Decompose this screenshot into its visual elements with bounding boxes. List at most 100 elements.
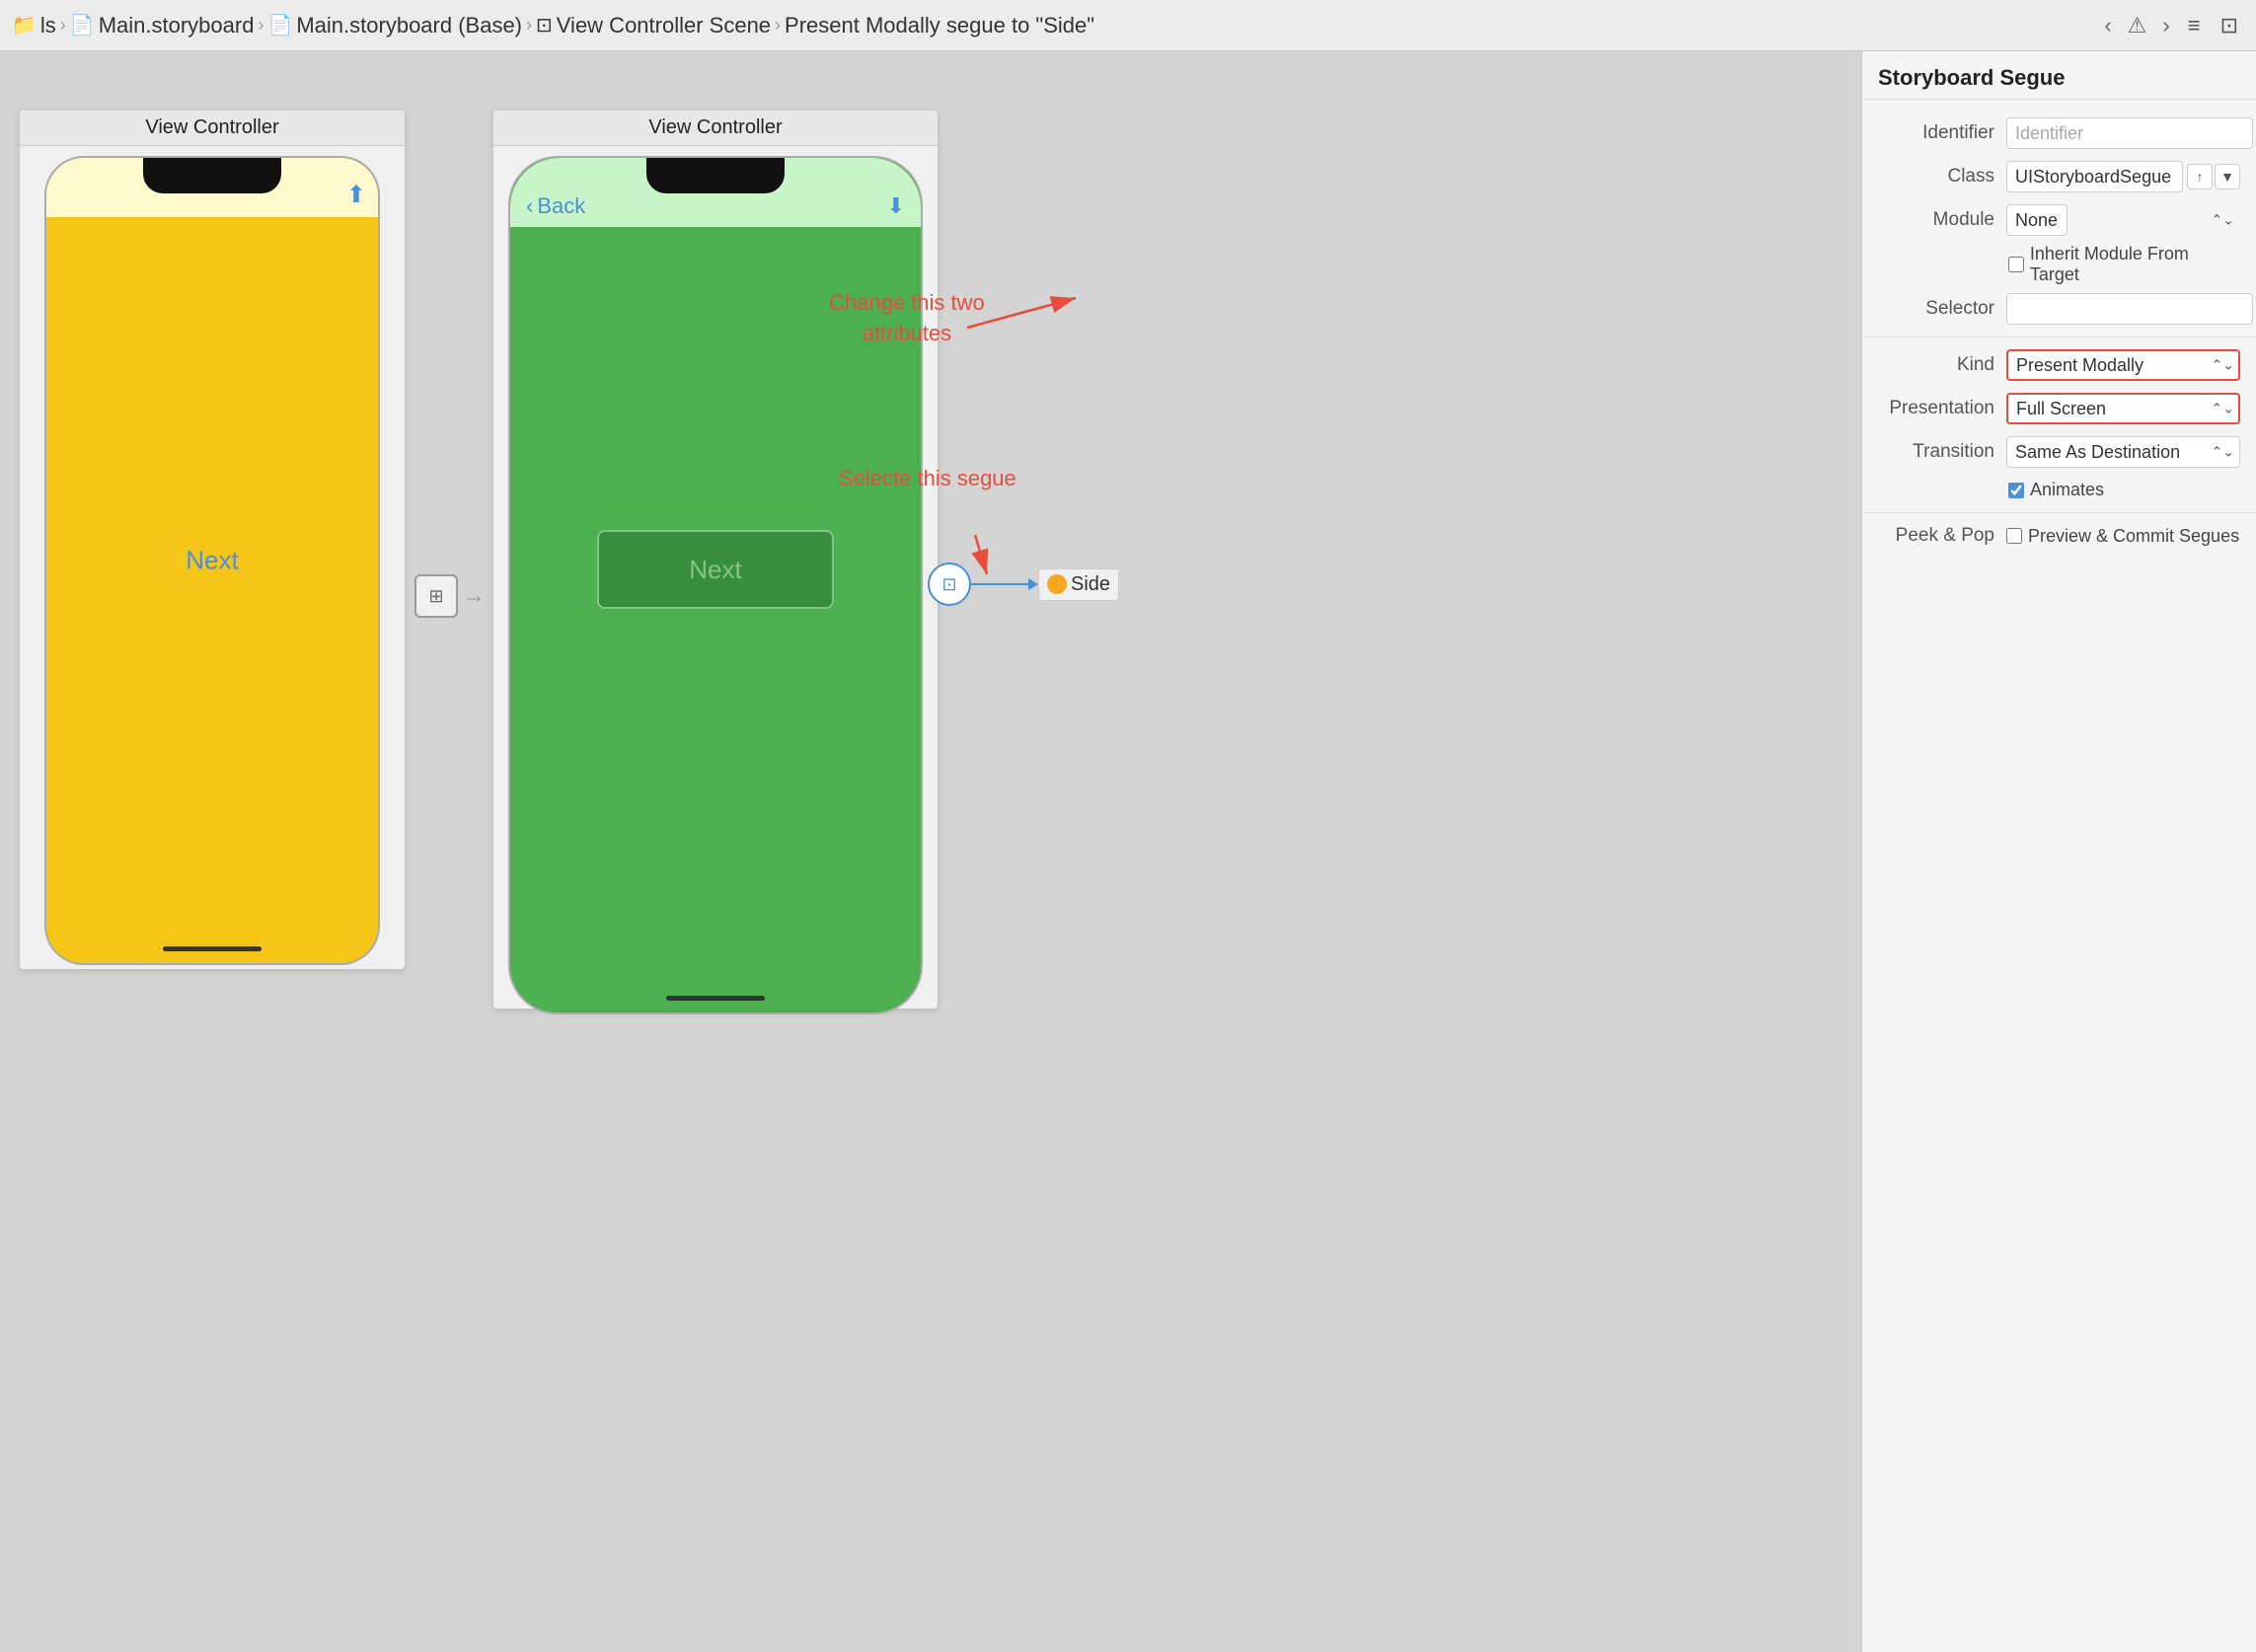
peek-row: Peek & Pop Preview & Commit Segues [1862, 519, 2256, 553]
peek-checkbox[interactable] [2006, 528, 2022, 544]
breadcrumb-sep-1: › [60, 15, 66, 36]
next-button-green: Next [597, 530, 834, 609]
transition-label: Transition [1878, 441, 2006, 463]
vc-first-title: View Controller [20, 111, 405, 146]
side-badge: Side [1038, 568, 1119, 601]
right-panel: Storyboard Segue Identifier Class UIStor… [1861, 51, 2256, 1652]
class-icons: ↑ ▼ [2187, 164, 2240, 189]
kind-row: Kind Present Modally Show Show Detail Pr… [1862, 343, 2256, 387]
breadcrumb-vc-scene: View Controller Scene [557, 13, 771, 38]
peek-preview-label: Preview & Commit Segues [2028, 526, 2239, 547]
divider-2 [1862, 512, 2256, 513]
class-row: Class UIStoryboardSegue ↑ ▼ [1862, 155, 2256, 198]
divider-1 [1862, 337, 2256, 338]
class-field-wrapper: UIStoryboardSegue ↑ ▼ [2006, 161, 2240, 192]
transition-select[interactable]: Same As Destination Cover Vertical Flip … [2006, 436, 2240, 468]
identifier-row: Identifier [1862, 112, 2256, 155]
home-indicator-1 [163, 946, 262, 951]
class-info-button[interactable]: ↑ [2187, 164, 2213, 189]
peek-label: Peek & Pop [1878, 525, 2006, 547]
inherit-checkbox[interactable] [2008, 257, 2024, 272]
blue-segue-circle[interactable]: ⊡ [928, 563, 971, 606]
class-down-button[interactable]: ▼ [2215, 164, 2240, 189]
window-icon-button[interactable]: ⊡ [2215, 9, 2244, 42]
home-indicator-2 [666, 996, 765, 1001]
animates-label: Animates [2030, 480, 2104, 500]
breadcrumb-sep-3: › [526, 15, 532, 36]
identifier-label: Identifier [1878, 122, 2006, 144]
chevron-left-icon: ‹ [526, 193, 533, 219]
side-label: Side [1071, 573, 1110, 596]
vc-second-title: View Controller [493, 111, 938, 146]
panel-body: Identifier Class UIStoryboardSegue ↑ ▼ [1862, 100, 2256, 1652]
annotation-text-1: Change this two attributes [829, 290, 985, 345]
inherit-label: Inherit Module From Target [2030, 244, 2240, 285]
blue-segue-area[interactable]: ⊡ Side [928, 563, 1119, 606]
gray-segue-area: ⊞ → [414, 574, 489, 618]
vc-first-next-label: Next [186, 546, 238, 576]
side-circle-icon [1047, 574, 1067, 594]
download-icon: ⬇ [887, 193, 905, 219]
panel-title: Storyboard Segue [1862, 51, 2256, 100]
vc-first-phone: ⬆ Next [44, 156, 380, 965]
breadcrumb-ls: ls [40, 13, 56, 38]
module-row: Module None ⌃⌄ [1862, 198, 2256, 242]
selector-input[interactable] [2006, 293, 2253, 325]
module-label: Module [1878, 209, 2006, 231]
breadcrumb-segue: Present Modally segue to "Side" [785, 13, 1094, 38]
animates-row: Animates [1862, 474, 2256, 506]
presentation-label: Presentation [1878, 398, 2006, 419]
selector-label: Selector [1878, 298, 2006, 320]
annotation-change-attributes: Change this two attributes [829, 288, 985, 349]
canvas-area[interactable]: View Controller ⬆ Next ⊞ → View Controll… [0, 51, 1861, 1652]
back-label: Back [537, 193, 585, 219]
breadcrumb-sep-4: › [775, 15, 781, 36]
module-select-container: None ⌃⌄ [2006, 204, 2240, 236]
annotation-select-segue: Selecte this segue [839, 466, 1016, 491]
selector-row: Selector [1862, 287, 2256, 331]
presentation-row: Presentation Full Screen Page Sheet Form… [1862, 387, 2256, 430]
main-content: View Controller ⬆ Next ⊞ → View Controll… [0, 51, 2256, 1652]
breadcrumb-sep-2: › [258, 15, 263, 36]
nav-forward-button[interactable]: › [2156, 9, 2175, 42]
nav-warning-button[interactable]: ⚠ [2122, 9, 2153, 42]
back-button-display: ‹ Back [526, 193, 585, 219]
blue-segue-arrow-line [971, 583, 1030, 585]
kind-label: Kind [1878, 354, 2006, 376]
vc-second-phone: ‹ Back ⬇ Next [508, 156, 923, 1014]
class-label: Class [1878, 166, 2006, 188]
class-select[interactable]: UIStoryboardSegue [2006, 161, 2183, 192]
scene-icon: ⊡ [536, 13, 553, 38]
breadcrumb-main-storyboard: Main.storyboard [99, 13, 255, 38]
storyboard-icon-2: 📄 [267, 13, 292, 38]
next-button-label: Next [689, 555, 741, 585]
menu-icon-button[interactable]: ≡ [2182, 9, 2207, 42]
upload-icon: ⬆ [346, 181, 366, 209]
nav-back-button[interactable]: ‹ [2098, 9, 2117, 42]
phone-notch-2 [646, 158, 785, 193]
animates-checkbox[interactable] [2008, 483, 2024, 498]
nav-buttons: ‹ ⚠ › [2098, 9, 2175, 42]
module-select[interactable]: None [2006, 204, 2068, 236]
kind-select[interactable]: Present Modally Show Show Detail Present… [2006, 349, 2240, 381]
toolbar: 📁 ls › 📄 Main.storyboard › 📄 Main.storyb… [0, 0, 2256, 51]
phone-notch-1 [143, 158, 281, 193]
transition-row: Transition Same As Destination Cover Ver… [1862, 430, 2256, 474]
kind-select-container: Present Modally Show Show Detail Present… [2006, 349, 2240, 381]
inherit-row: Inherit Module From Target [1862, 242, 2256, 287]
identifier-input[interactable] [2006, 117, 2253, 149]
breadcrumb-main-storyboard-base: Main.storyboard (Base) [296, 13, 522, 38]
module-select-arrow: ⌃⌄ [2212, 212, 2234, 229]
breadcrumb: 📁 ls › 📄 Main.storyboard › 📄 Main.storyb… [12, 13, 1094, 38]
gray-segue-arrow: → [462, 582, 486, 610]
storyboard-icon-1: 📄 [70, 13, 95, 38]
folder-icon: 📁 [12, 13, 37, 38]
annotation-text-2: Selecte this segue [839, 466, 1016, 490]
toolbar-right-icons: ≡ ⊡ [2182, 9, 2244, 42]
vc-first-card: View Controller ⬆ Next [20, 111, 405, 969]
presentation-select-container: Full Screen Page Sheet Form Sheet Curren… [2006, 393, 2240, 424]
transition-select-container: Same As Destination Cover Vertical Flip … [2006, 436, 2240, 468]
vc-second-card: View Controller ‹ Back ⬇ Next [493, 111, 938, 1009]
segue-box: ⊞ [414, 574, 458, 618]
presentation-select[interactable]: Full Screen Page Sheet Form Sheet Curren… [2006, 393, 2240, 424]
